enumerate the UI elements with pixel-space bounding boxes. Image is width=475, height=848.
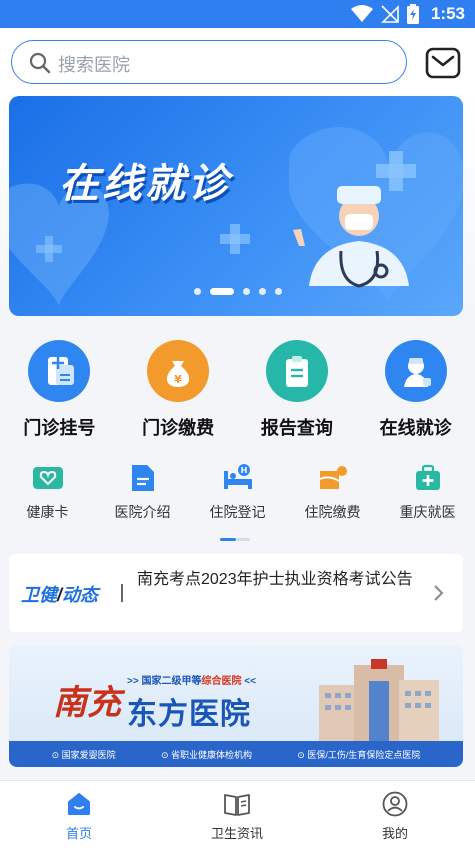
health-card-icon: [32, 462, 64, 494]
svg-text:¥: ¥: [174, 373, 182, 386]
battery-charging-icon: [406, 4, 419, 24]
ad-hospital-name: 东方医院: [127, 698, 251, 731]
service-label: 在线就诊: [379, 418, 452, 438]
news-tag: 卫健/动态: [21, 585, 99, 605]
home-icon: [68, 793, 90, 815]
no-signal-icon: [381, 5, 399, 23]
ad-feature: ⊙ 省职业健康体检机构: [160, 749, 253, 760]
service-outpatient-register[interactable]: 门诊挂号: [0, 340, 119, 440]
service-online-consult[interactable]: 在线就诊: [356, 340, 475, 440]
promo-banner[interactable]: 在线就诊: [9, 96, 463, 316]
document-icon: [127, 462, 159, 494]
service-report-query[interactable]: 报告查询: [238, 340, 357, 440]
services-page-indicator: [220, 538, 250, 541]
news-divider: [121, 584, 123, 602]
user-icon: [382, 791, 408, 817]
hospital-bed-icon: H: [222, 462, 254, 494]
service-chongqing-medical[interactable]: 重庆就医: [380, 462, 475, 522]
hospital-building-image: [319, 659, 439, 741]
news-headline[interactable]: 南充考点2023年护士执业资格考试公告: [137, 567, 437, 593]
chevron-right-icon: [434, 585, 444, 601]
service-health-card[interactable]: 健康卡: [0, 462, 95, 522]
money-bag-icon: ¥: [147, 340, 210, 402]
sub-services: 健康卡 医院介绍 H 住院登记 住院缴费 重庆就医: [0, 462, 475, 522]
banner-dot[interactable]: [193, 288, 201, 295]
tab-profile[interactable]: 我的: [316, 781, 474, 848]
service-label: 健康卡: [26, 504, 69, 520]
service-outpatient-payment[interactable]: ¥ 门诊缴费: [119, 340, 238, 440]
main-services: 门诊挂号 ¥ 门诊缴费 报告查询 在线就诊: [0, 340, 475, 440]
status-bar: 1:53: [0, 0, 475, 28]
tab-label: 首页: [65, 826, 92, 841]
tab-label: 卫生资讯: [210, 826, 263, 841]
clipboard-icon: [265, 340, 328, 402]
ad-subtitle: >> 国家二级甲等综合医院 <<: [127, 676, 256, 687]
medical-kit-icon: [412, 462, 444, 494]
service-label: 医院介绍: [114, 504, 171, 520]
banner-dot[interactable]: [258, 288, 266, 295]
banner-dot[interactable]: [242, 288, 250, 295]
hospital-ad-banner[interactable]: >> 国家二级甲等综合医院 << 南充 东方医院 ⊙ 国家爱婴医院 ⊙ 省职业健…: [9, 645, 463, 767]
svg-text:H: H: [240, 466, 247, 475]
banner-title: 在线就诊: [59, 162, 231, 206]
service-inpatient-payment[interactable]: 住院缴费: [285, 462, 380, 522]
ad-feature: ⊙ 国家爱婴医院: [51, 749, 116, 760]
doctor-icon: [384, 340, 447, 402]
ad-features: ⊙ 国家爱婴医院 ⊙ 省职业健康体检机构 ⊙ 医保/工伤/生育保险定点医院: [9, 741, 463, 767]
ad-feature: ⊙ 医保/工伤/生育保险定点医院: [297, 749, 421, 760]
service-label: 门诊缴费: [142, 418, 215, 438]
service-hospital-intro[interactable]: 医院介绍: [95, 462, 190, 522]
service-label: 住院登记: [209, 504, 266, 520]
search-placeholder: 搜索医院: [58, 55, 130, 75]
ad-city: 南充: [53, 684, 121, 722]
search-icon: [29, 52, 51, 74]
news-ticker[interactable]: 卫健/动态 南充考点2023年护士执业资格考试公告: [9, 554, 463, 632]
wifi-icon: [350, 5, 373, 22]
service-label: 住院缴费: [304, 504, 361, 520]
banner-dot[interactable]: [274, 288, 282, 295]
book-icon: [224, 794, 250, 816]
bottom-tab-bar: 首页 卫生资讯 我的: [0, 780, 475, 848]
banner-dot-active[interactable]: [209, 288, 234, 295]
service-label: 门诊挂号: [23, 418, 96, 438]
search-input[interactable]: 搜索医院: [11, 40, 407, 84]
clock: 1:53: [430, 4, 465, 23]
service-inpatient-register[interactable]: H 住院登记: [190, 462, 285, 522]
register-doc-icon: [28, 340, 91, 402]
message-button[interactable]: [423, 44, 463, 82]
tab-home[interactable]: 首页: [0, 781, 158, 848]
service-label: 报告查询: [260, 418, 333, 438]
service-label: 重庆就医: [399, 504, 456, 520]
mail-icon: [425, 47, 461, 79]
tab-health-news[interactable]: 卫生资讯: [158, 781, 316, 848]
payment-icon: [317, 462, 349, 494]
banner-pagination: [0, 288, 475, 295]
tab-label: 我的: [381, 826, 408, 841]
